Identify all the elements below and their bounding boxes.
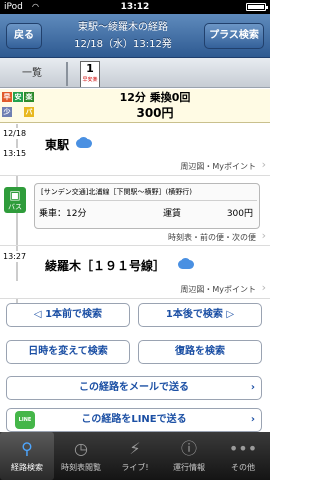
segment-card[interactable]: [サンデン交通]北浦線［下関駅～横野］(横野行) 乗車：12分 運賃 300円 (34, 183, 260, 229)
tab-label: 時刻表閲覧 (61, 463, 101, 472)
tab-label: ライブ! (121, 463, 149, 472)
segment-fare-value: 300円 (226, 209, 253, 219)
line-logo-icon: LINE (15, 411, 35, 429)
badge-cheap: 安 (13, 92, 23, 102)
battery-icon (246, 3, 268, 11)
arrival-links[interactable]: 周辺図・Myポイント (180, 284, 256, 295)
clock-label: 13:12 (120, 2, 150, 12)
cloud-icon (176, 258, 196, 272)
page-title: 東駅～綾羅木の経路 12/18（水）13:12発 (44, 19, 202, 53)
navigation-bar: 戻る 東駅～綾羅木の経路 12/18（水）13:12発 プラス検索 (0, 14, 270, 58)
change-datetime-button[interactable]: 日時を変えて検索 (6, 340, 130, 364)
departure-links-row[interactable]: 周辺図・Myポイント › (0, 158, 270, 176)
tab-route-search[interactable]: ⚲ 経路検索 (0, 432, 54, 480)
tab-timetable[interactable]: ◷ 時刻表閲覧 (54, 432, 108, 480)
tab-service-info[interactable]: ⓘ 運行情報 (162, 432, 216, 480)
tab-list[interactable]: 一覧 (4, 64, 60, 84)
search-icon: ⚲ (21, 439, 33, 458)
route-summary: 早 安 楽 少 バ 12分 乗換0回 300円 (0, 89, 270, 123)
departure-row[interactable]: 12/18 13:15 東駅 (0, 124, 270, 159)
send-email-button[interactable]: この経路をメールで送る › (6, 376, 262, 400)
route-tab-strip: 一覧 1 早安楽 (0, 58, 270, 88)
more-icon: ••• (228, 439, 258, 458)
plus-search-button[interactable]: プラス検索 (204, 23, 264, 49)
bus-icon: ▣ バス (4, 187, 26, 213)
chevron-right-icon: › (250, 382, 255, 393)
send-line-button[interactable]: LINE この経路をLINEで送る › (6, 408, 262, 432)
departure-links[interactable]: 周辺図・Myポイント (180, 161, 256, 172)
tab-more[interactable]: ••• その他 (216, 432, 270, 480)
tab-label: その他 (231, 463, 255, 472)
cloud-icon (74, 137, 94, 151)
bolt-icon: ⚡ (129, 439, 141, 458)
segment-fare-label: 運賃 (163, 209, 182, 219)
chevron-right-icon: › (261, 229, 266, 242)
search-next-button[interactable]: 1本後で検索 ▷ (138, 303, 262, 327)
arrival-time: 13:27 (3, 251, 27, 262)
segment-links[interactable]: 時刻表・前の便・次の便 (168, 232, 256, 243)
badge-bus: バ (24, 107, 34, 117)
departure-station: 東駅 (45, 138, 70, 152)
total-fare: 300円 (136, 106, 174, 120)
tab-divider (66, 62, 68, 86)
arrival-links-row[interactable]: 周辺図・Myポイント › (0, 281, 270, 299)
bus-icon-label: バス (8, 203, 22, 211)
duration-transfers: 12分 乗換0回 (119, 91, 191, 104)
tab-route-1[interactable]: 1 早安楽 (80, 61, 100, 87)
badge-few-transfers: 少 (2, 107, 12, 117)
bottom-tab-bar: ⚲ 経路検索 ◷ 時刻表閲覧 ⚡ ライブ! ⓘ 運行情報 ••• その他 (0, 432, 270, 480)
segment-line-name: [サンデン交通]北浦線［下関駅～横野］(横野行) (41, 188, 192, 196)
chevron-right-icon: › (250, 414, 255, 425)
segment-links-row[interactable]: 時刻表・前の便・次の便 › (0, 229, 270, 246)
return-route-button[interactable]: 復路を検索 (138, 340, 262, 364)
chevron-right-icon: › (261, 281, 266, 294)
badge-fast: 早 (2, 92, 12, 102)
tab-label: 運行情報 (173, 463, 205, 472)
route-number: 1 (86, 62, 94, 75)
departure-date: 12/18 (3, 128, 27, 139)
send-email-label: この経路をメールで送る (79, 382, 189, 393)
status-bar: iPod ◠ 13:12 (0, 0, 270, 14)
arrival-station: 綾羅木［１９１号線］ (45, 259, 166, 273)
info-icon: ⓘ (180, 439, 197, 458)
tab-live[interactable]: ⚡ ライブ! (108, 432, 162, 480)
search-previous-button[interactable]: ◁ 1本前で検索 (6, 303, 130, 327)
route-title: 東駅～綾羅木の経路 (78, 22, 168, 33)
segment-divider (39, 200, 257, 201)
arrival-row[interactable]: 13:27 綾羅木［１９１号線］ (0, 247, 270, 281)
clock-icon: ◷ (74, 439, 88, 458)
segment-ride-time: 乗車：12分 (39, 209, 87, 219)
bus-glyph-icon: ▣ (9, 188, 21, 202)
back-button[interactable]: 戻る (6, 23, 42, 49)
route-tag: 早安楽 (82, 77, 98, 83)
chevron-right-icon: › (261, 158, 266, 171)
tab-label: 経路検索 (11, 463, 43, 472)
badge-easy: 楽 (24, 92, 34, 102)
route-detail-screen: iPod ◠ 13:12 戻る 東駅～綾羅木の経路 12/18（水）13:12発… (0, 0, 270, 480)
departure-datetime: 12/18（水）13:12発 (74, 39, 172, 50)
send-line-label: この経路をLINEで送る (81, 414, 187, 425)
